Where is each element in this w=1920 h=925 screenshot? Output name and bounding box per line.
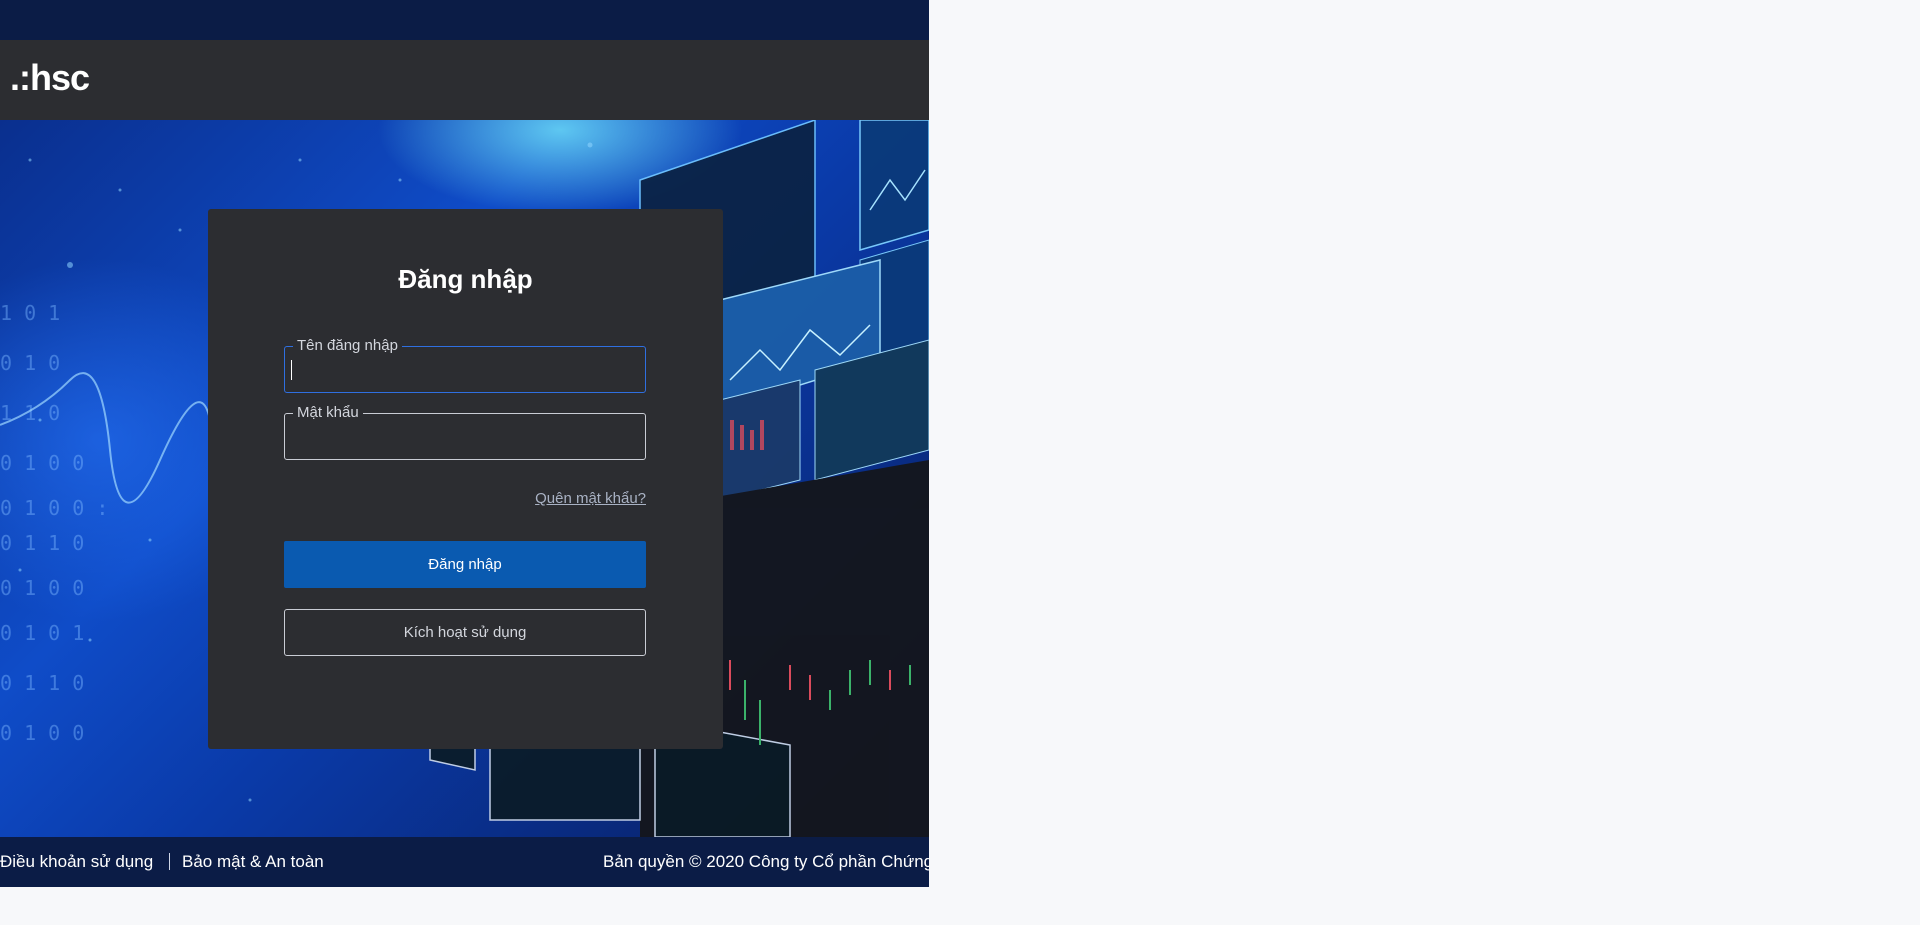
forgot-password-link[interactable]: Quên mật khẩu? bbox=[535, 490, 646, 508]
footer-bar: Điều khoản sử dụng Bảo mật & An toàn Bản… bbox=[0, 837, 929, 887]
security-link[interactable]: Bảo mật & An toàn bbox=[182, 852, 324, 872]
footer-divider bbox=[169, 853, 170, 870]
svg-text:0 1 0 1: 0 1 0 1 bbox=[0, 621, 84, 645]
login-card: Đăng nhập Tên đăng nhập Mật khẩu Quên mậ… bbox=[208, 209, 723, 749]
login-button[interactable]: Đăng nhập bbox=[284, 541, 646, 588]
username-field[interactable]: Tên đăng nhập bbox=[284, 337, 646, 393]
svg-text:0 1 0 0 :: 0 1 0 0 : bbox=[0, 496, 108, 520]
password-field[interactable]: Mật khẩu bbox=[284, 404, 646, 460]
svg-text:0 1 0 0: 0 1 0 0 bbox=[0, 576, 84, 600]
svg-text:0 1 0 0: 0 1 0 0 bbox=[0, 451, 84, 475]
app-window: .:hsc 1 0 1 0 1 0 1 1 0 0 1 0 0 0 1 0 0 … bbox=[0, 0, 929, 887]
svg-text:0 1 0: 0 1 0 bbox=[0, 351, 60, 375]
login-title: Đăng nhập bbox=[398, 264, 533, 294]
password-label: Mật khẩu bbox=[293, 404, 363, 422]
svg-text:1 0 1: 1 0 1 bbox=[0, 301, 60, 325]
username-label: Tên đăng nhập bbox=[293, 337, 402, 355]
password-input[interactable] bbox=[290, 422, 642, 454]
svg-text:0 1 0 0: 0 1 0 0 bbox=[0, 721, 84, 745]
copyright-text: Bản quyền © 2020 Công ty Cổ phần Chứng k… bbox=[603, 852, 929, 871]
username-input[interactable] bbox=[290, 355, 642, 387]
top-strip bbox=[0, 0, 929, 40]
svg-text:0 1 1 0: 0 1 1 0 bbox=[0, 531, 84, 555]
hsc-logo[interactable]: .:hsc bbox=[10, 56, 90, 100]
terms-link[interactable]: Điều khoản sử dụng bbox=[0, 852, 153, 872]
header-bar: .:hsc bbox=[0, 40, 929, 120]
activate-button[interactable]: Kích hoạt sử dụng bbox=[284, 609, 646, 656]
svg-text:0 1 1 0: 0 1 1 0 bbox=[0, 671, 84, 695]
